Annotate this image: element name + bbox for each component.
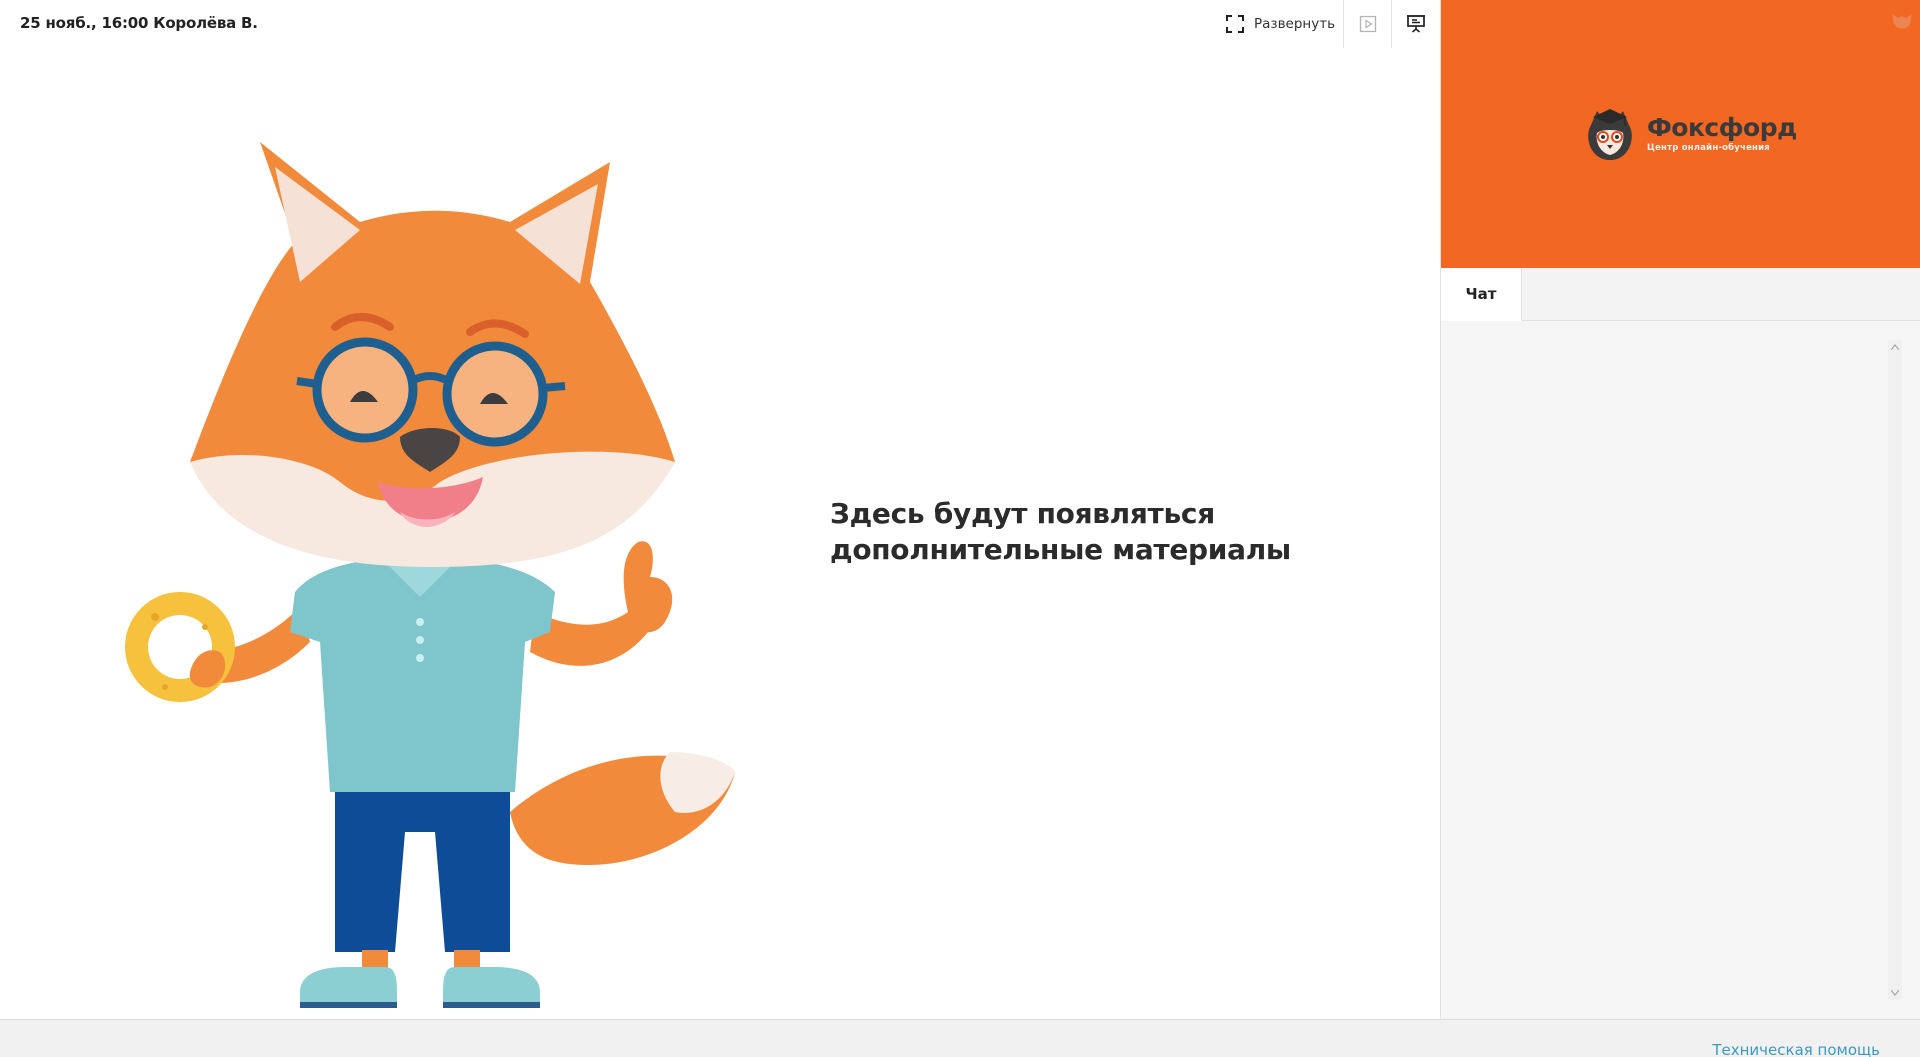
chevron-up-icon [1891, 344, 1899, 350]
expand-label: Развернуть [1254, 16, 1336, 32]
fox-mascot-illustration [125, 142, 735, 1008]
chat-panel [1441, 322, 1920, 1019]
presentation-icon [1407, 15, 1425, 33]
brand-text: Фоксфорд Центр онлайн-обучения [1647, 113, 1797, 154]
tab-chat[interactable]: Чат [1441, 268, 1522, 321]
lesson-title: 25 нояб., 16:00 Королёва В. [20, 14, 258, 32]
right-sidebar: Фоксфорд Центр онлайн-обучения Чат [1440, 0, 1920, 1019]
top-bar: 25 нояб., 16:00 Королёва В. Развернуть [0, 0, 1440, 48]
play-icon [1359, 15, 1377, 33]
brand-name: Фоксфорд [1647, 113, 1797, 142]
fox-logo-icon [1588, 109, 1632, 160]
chat-scrollbar[interactable] [1888, 340, 1902, 1000]
tech-support-link[interactable]: Техническая помощь [1712, 1041, 1880, 1057]
brand-subtitle: Центр онлайн-обучения [1647, 143, 1770, 153]
video-panel: Фоксфорд Центр онлайн-обучения [1441, 0, 1920, 268]
chevron-down-icon [1891, 990, 1899, 996]
materials-area: Здесь будут появляться дополнительные ма… [0, 48, 1440, 1019]
lesson-app: 25 нояб., 16:00 Королёва В. Развернуть З… [0, 0, 1920, 1057]
fox-small-icon [1892, 14, 1912, 29]
materials-placeholder-text: Здесь будут появляться дополнительные ма… [830, 497, 1291, 566]
foxford-logo: Фоксфорд Центр онлайн-обучения [1583, 105, 1797, 163]
expand-button[interactable]: Развернуть [1226, 0, 1342, 48]
presentation-button[interactable] [1392, 0, 1440, 48]
sidebar-tabs: Чат [1441, 268, 1920, 321]
scroll-down-arrow[interactable] [1888, 986, 1902, 1000]
play-button[interactable] [1344, 0, 1392, 48]
footer-bar: Техническая помощь [0, 1019, 1920, 1057]
fullscreen-icon [1226, 15, 1244, 33]
scroll-up-arrow[interactable] [1888, 340, 1902, 354]
